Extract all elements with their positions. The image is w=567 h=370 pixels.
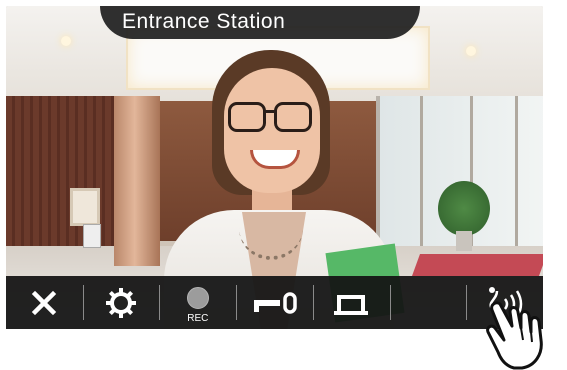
wall-frame xyxy=(70,188,100,226)
visitor-glasses xyxy=(274,102,312,132)
close-icon xyxy=(32,290,57,315)
glass-mullion xyxy=(515,96,518,266)
record-icon xyxy=(186,286,209,309)
ceiling-light xyxy=(61,36,71,46)
visitor-glasses xyxy=(228,102,266,132)
close-button[interactable] xyxy=(6,276,83,329)
key-icon xyxy=(253,291,297,314)
ceiling-light xyxy=(466,46,476,56)
unlock-button[interactable] xyxy=(236,276,313,329)
lobby-wall xyxy=(6,96,131,256)
potted-plant xyxy=(438,181,490,236)
door-release-button[interactable] xyxy=(312,276,390,329)
pointing-hand-icon xyxy=(486,301,543,370)
marble-pillar xyxy=(114,96,160,266)
record-label: REC xyxy=(187,313,209,324)
visitor-glasses-bridge xyxy=(264,110,276,113)
empty-button[interactable] xyxy=(389,276,467,329)
sign-stand xyxy=(83,224,101,248)
glass-mullion xyxy=(420,96,423,266)
settings-button[interactable] xyxy=(82,276,160,329)
control-bar: REC xyxy=(6,276,543,329)
station-title: Entrance Station xyxy=(122,10,286,33)
station-title-tab: Entrance Station xyxy=(100,6,420,39)
plant-pot xyxy=(456,231,472,251)
record-button[interactable]: REC xyxy=(159,276,236,329)
gear-icon xyxy=(106,287,137,318)
red-carpet xyxy=(411,254,543,276)
door-release-icon xyxy=(334,294,369,315)
